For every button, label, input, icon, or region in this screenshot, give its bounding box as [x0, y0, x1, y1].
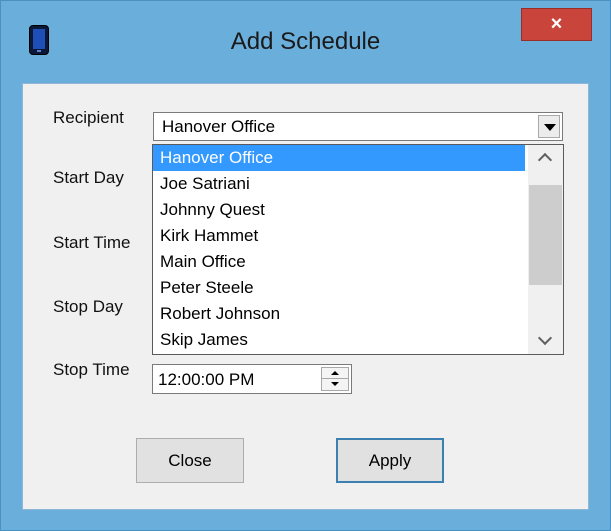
list-item[interactable]: Robert Johnson: [153, 301, 525, 327]
stop-day-label: Stop Day: [53, 297, 123, 316]
recipient-dropdown-list[interactable]: Hanover Office Joe Satriani Johnny Quest…: [152, 144, 564, 355]
list-item[interactable]: Joe Satriani: [153, 171, 525, 197]
close-window-button[interactable]: ×: [521, 8, 592, 41]
spin-down-icon[interactable]: [322, 379, 348, 390]
list-item[interactable]: Hanover Office: [153, 145, 525, 171]
dropdown-scrollbar[interactable]: [528, 145, 563, 354]
close-button[interactable]: Close: [136, 438, 244, 483]
start-time-label: Start Time: [53, 233, 131, 252]
scroll-down-icon[interactable]: [528, 328, 563, 354]
recipient-value: Hanover Office: [162, 117, 276, 136]
apply-button[interactable]: Apply: [336, 438, 444, 483]
dialog-client-area: Recipient Start Day Start Time Stop Day …: [22, 83, 589, 510]
dropdown-arrow-icon[interactable]: [538, 115, 560, 138]
recipient-label: Recipient: [53, 108, 124, 127]
start-day-label: Start Day: [53, 168, 124, 187]
dialog-title: Add Schedule: [230, 28, 381, 55]
stop-time-label: Stop Time: [53, 360, 130, 379]
stop-time-picker[interactable]: 12:00:00 PM: [152, 364, 352, 394]
stop-time-value[interactable]: 12:00:00 PM: [158, 370, 254, 390]
recipient-combobox[interactable]: Hanover Office: [153, 112, 563, 141]
spin-up-icon[interactable]: [322, 368, 348, 379]
list-item[interactable]: Johnny Quest: [153, 197, 525, 223]
list-item[interactable]: Kirk Hammet: [153, 223, 525, 249]
title-bar[interactable]: Add Schedule ×: [1, 1, 610, 83]
list-item[interactable]: Peter Steele: [153, 275, 525, 301]
list-item[interactable]: Main Office: [153, 249, 525, 275]
list-item[interactable]: Skip James: [153, 327, 525, 353]
scrollbar-thumb[interactable]: [529, 185, 562, 285]
time-spinner[interactable]: [321, 367, 349, 391]
close-icon: ×: [550, 13, 563, 35]
scroll-up-icon[interactable]: [528, 145, 563, 171]
dialog-window: Add Schedule × Recipient Start Day Start…: [0, 0, 611, 531]
